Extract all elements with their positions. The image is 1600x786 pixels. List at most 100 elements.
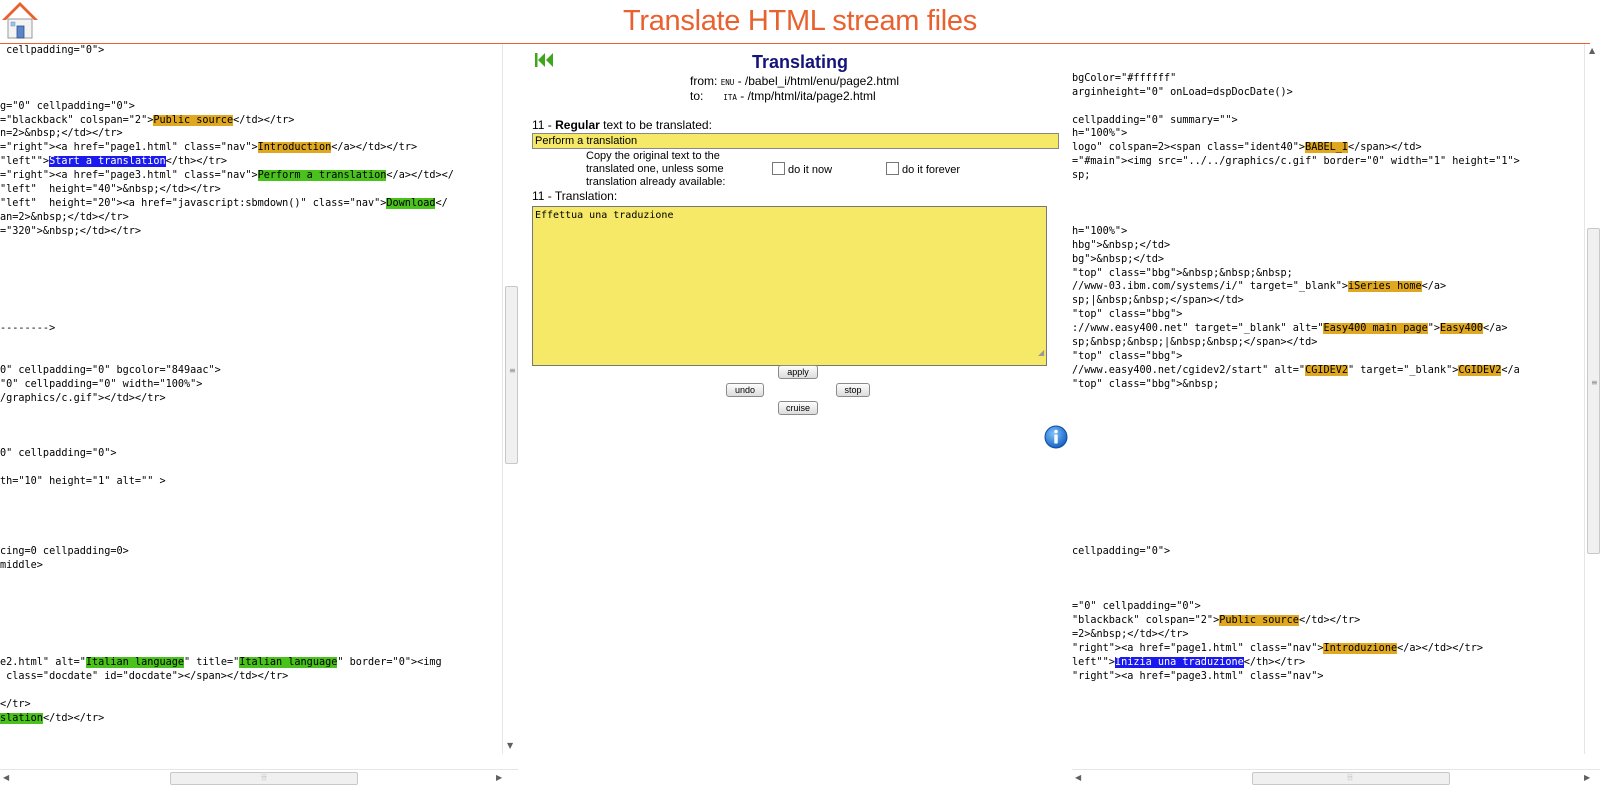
source-pane-hscroll-thumb[interactable]: ⦙⦙⦙ <box>170 772 358 785</box>
do-it-forever-checkbox[interactable] <box>886 162 899 175</box>
code-line: /graphics/c.gif"></td></tr> <box>0 392 502 406</box>
code-text: "top" class="bbg">&nbsp;&nbsp;&nbsp; <box>1072 267 1293 279</box>
do-it-now-checkbox[interactable] <box>772 162 785 175</box>
code-line: "blackback" colspan="2">Public source</t… <box>1072 614 1584 628</box>
code-text: </a <box>1501 364 1520 376</box>
scroll-up-arrow-icon[interactable]: ▲ <box>1589 46 1595 56</box>
code-line: "left" height="20"><a href="javascript:s… <box>0 197 502 211</box>
code-text: </a></td></ <box>386 170 454 182</box>
code-text: "right"><a href="page1.html" class="nav"… <box>1072 642 1324 654</box>
scroll-down-arrow-icon[interactable]: ▼ <box>507 741 513 751</box>
do-it-forever-label: do it forever <box>902 164 961 176</box>
code-text: 0" cellpadding="0" bgcolor="849aac"> <box>0 364 221 376</box>
source-html-pane[interactable]: cellpadding="0"> g="0" cellpadding="0"> =… <box>0 44 502 770</box>
translation-textarea[interactable] <box>532 206 1047 366</box>
highlighted-text: CGIDEV2 <box>1305 364 1349 376</box>
code-text: cellpadding="0"> <box>0 45 105 56</box>
code-line: class="docdate" id="docdate"></span></td… <box>0 670 502 684</box>
code-text: ="blackback" colspan="2"> <box>0 114 154 126</box>
code-line: h="100%"> <box>1072 225 1584 239</box>
source-pane-vscroll-thumb[interactable]: ≡ <box>505 286 518 464</box>
from-label: from: <box>690 74 718 88</box>
code-text: ://www.easy400.net" target="_blank" alt=… <box>1072 323 1324 335</box>
code-line: "left" height="40">&nbsp;</td></tr> <box>0 183 502 197</box>
code-text: =2>&nbsp;</td></tr> <box>1072 629 1189 641</box>
scroll-left-arrow-icon[interactable]: ◀ <box>3 773 9 783</box>
code-line: bgColor="#ffffff" <box>1072 72 1584 86</box>
code-text: an=2>&nbsp;</td></tr> <box>0 211 129 223</box>
from-row: from: ENU - /babel_i/html/enu/page2.html <box>690 74 899 88</box>
code-line: "top" class="bbg">&nbsp; <box>1072 378 1584 392</box>
scroll-grip-icon: ≡ <box>1591 378 1598 387</box>
code-line: "left"">Start a translation</th></tr> <box>0 155 502 169</box>
code-line: arginheight="0" onLoad=dspDocDate()> <box>1072 86 1584 100</box>
code-line: "0" cellpadding="0" width="100%"> <box>0 378 502 392</box>
to-row: to: ITA - /tmp/html/ita/page2.html <box>690 89 876 103</box>
code-text: "top" class="bbg"> <box>1072 350 1183 362</box>
code-line: cellpadding="0"> <box>0 44 502 58</box>
code-text: </ <box>435 197 448 209</box>
code-line: an=2>&nbsp;</td></tr> <box>0 211 502 225</box>
code-line: //www.easy400.net/cgidev2/start" alt="CG… <box>1072 364 1584 378</box>
code-text: 0" cellpadding="0"> <box>0 448 117 460</box>
code-text: //www-03.ibm.com/systems/i/" target="_bl… <box>1072 281 1349 293</box>
code-text: </td></tr> <box>1298 615 1361 627</box>
code-text: bgColor="#ffffff" <box>1072 72 1177 84</box>
cruise-button[interactable]: cruise <box>778 401 818 415</box>
code-text: g="0" cellpadding="0"> <box>0 100 135 112</box>
code-text: </th></tr> <box>1243 656 1306 668</box>
highlighted-text: Download <box>386 197 436 209</box>
code-text: /graphics/c.gif"></td></tr> <box>0 392 166 404</box>
apply-button[interactable]: apply <box>778 365 818 379</box>
highlighted-text: Easy400 main page <box>1323 323 1428 335</box>
rewind-icon[interactable] <box>534 52 554 68</box>
source-text-field: Perform a translation <box>532 133 1059 149</box>
code-text: ="right"><a href="page1.html" class="nav… <box>0 142 258 154</box>
code-text: sp;&nbsp;&nbsp;|&nbsp;&nbsp;</span></td> <box>1072 337 1318 349</box>
code-line: ="320">&nbsp;</td></tr> <box>0 225 502 239</box>
code-text: " title=" <box>184 656 240 668</box>
code-text: //www.easy400.net/cgidev2/start" alt=" <box>1072 364 1306 376</box>
scroll-left-arrow-icon[interactable]: ◀ <box>1075 773 1081 783</box>
code-text: " target="_blank"> <box>1348 364 1459 376</box>
scroll-right-arrow-icon[interactable]: ▶ <box>496 773 502 783</box>
code-text: </th></tr> <box>165 156 227 168</box>
code-text: e2.html" alt=" <box>0 656 86 668</box>
code-text: "top" class="bbg"> <box>1072 309 1183 321</box>
code-text: "left" height="20"><a href="javascript:s… <box>0 197 387 209</box>
stop-button[interactable]: stop <box>836 383 870 397</box>
translated-html-pane[interactable]: bgColor="#ffffff" arginheight="0" onLoad=… <box>1072 44 1584 770</box>
code-text: ="right"><a href="page3.html" class="nav… <box>0 170 258 182</box>
translated-pane-vscroll-thumb[interactable]: ≡ <box>1587 228 1600 554</box>
source-pane-vscrollbar[interactable]: ≡ ▼ <box>502 44 519 754</box>
highlighted-text: Inizia una traduzione <box>1114 656 1244 668</box>
translated-pane-hscroll-thumb[interactable]: ⦙⦙⦙ <box>1252 772 1450 785</box>
translated-pane-hscrollbar[interactable]: ◀ ⦙⦙⦙ ▶ <box>1072 769 1600 786</box>
highlighted-text: BABEL_I <box>1305 142 1349 154</box>
info-icon[interactable] <box>1044 425 1068 449</box>
highlighted-text: iSeries home <box>1348 281 1422 293</box>
undo-button[interactable]: undo <box>726 383 764 397</box>
code-line: "top" class="bbg"> <box>1072 350 1584 364</box>
resize-grip-icon[interactable]: ◢ <box>1038 348 1044 357</box>
highlighted-text: Italian language <box>85 656 185 668</box>
code-line: slation</td></tr> <box>0 712 502 726</box>
source-pane-hscrollbar[interactable]: ◀ ⦙⦙⦙ ▶ <box>0 769 518 786</box>
scroll-right-arrow-icon[interactable]: ▶ <box>1584 773 1590 783</box>
translated-pane-vscrollbar[interactable]: ▲ ≡ <box>1584 44 1600 754</box>
